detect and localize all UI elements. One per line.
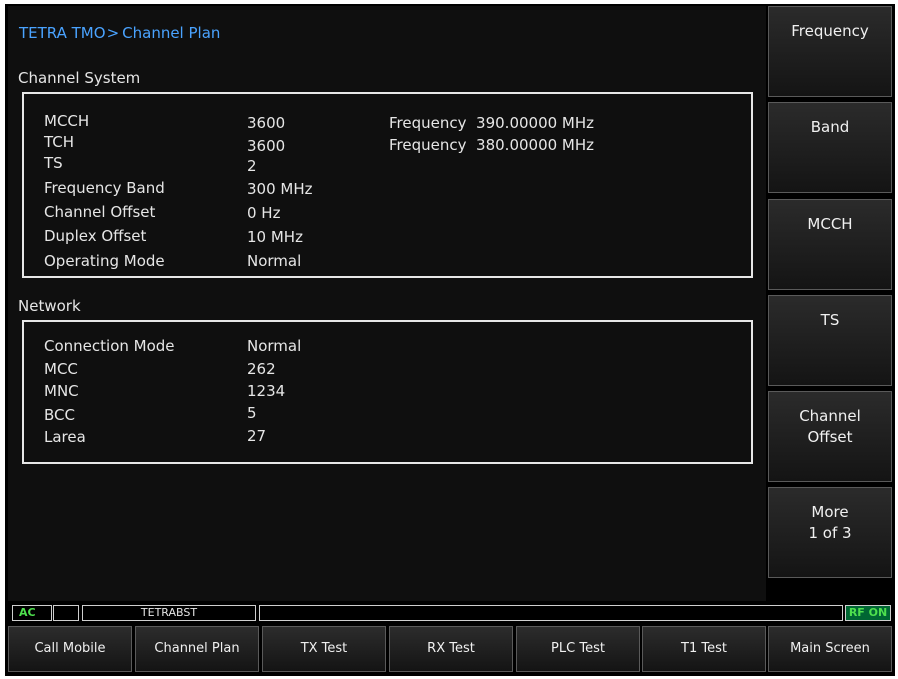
- channel-offset-value: 0 Hz: [247, 204, 281, 222]
- breadcrumb-current: Channel Plan: [122, 24, 221, 42]
- softkey-frequency[interactable]: Frequency: [768, 6, 892, 97]
- channel-system-title: Channel System: [18, 69, 141, 87]
- bcc-label: BCC: [44, 406, 75, 424]
- ac-indicator: AC: [12, 605, 52, 621]
- ts-value: 2: [247, 157, 257, 175]
- duplex-offset-label: Duplex Offset: [44, 227, 147, 245]
- rf-on-badge: RF ON: [845, 605, 891, 621]
- duplex-offset-value: 10 MHz: [247, 228, 303, 246]
- mcch-frequency: Frequency 390.00000 MHz: [389, 114, 595, 132]
- tch-value: 3600: [247, 137, 286, 155]
- main-panel: TETRA TMO> Channel Plan Channel System MC…: [8, 6, 766, 601]
- softkey-mcch[interactable]: MCCH: [768, 199, 892, 290]
- softkey-channel-offset[interactable]: Channel Offset: [768, 391, 892, 482]
- mcch-label: MCCH: [44, 112, 90, 130]
- tch-frequency: Frequency 380.00000 MHz: [389, 136, 595, 154]
- connection-mode-value: Normal: [247, 337, 302, 355]
- frequency-band-label: Frequency Band: [44, 179, 165, 197]
- softkey-column: Frequency Band MCCH TS Channel Offset Mo…: [768, 6, 892, 578]
- mnc-value: 1234: [247, 382, 286, 400]
- larea-label: Larea: [44, 428, 86, 446]
- channel-system-panel: MCCH 3600 Frequency 390.00000 MHz TCH 36…: [22, 92, 753, 278]
- channel-offset-label: Channel Offset: [44, 203, 156, 221]
- mcc-label: MCC: [44, 360, 78, 378]
- network-title: Network: [18, 297, 81, 315]
- operating-mode-value: Normal: [247, 252, 302, 270]
- operating-mode-label: Operating Mode: [44, 252, 165, 270]
- breadcrumb: TETRA TMO> Channel Plan: [19, 24, 220, 42]
- tab-channel-plan[interactable]: Channel Plan: [135, 626, 259, 672]
- tab-main-screen[interactable]: Main Screen: [768, 626, 892, 672]
- softkey-band[interactable]: Band: [768, 102, 892, 193]
- larea-value: 27: [247, 427, 267, 445]
- connection-mode-label: Connection Mode: [44, 337, 175, 355]
- mcc-value: 262: [247, 360, 276, 378]
- system-name-field: TETRABST: [82, 605, 256, 621]
- frequency-band-value: 300 MHz: [247, 180, 313, 198]
- softkey-more[interactable]: More 1 of 3: [768, 487, 892, 578]
- network-panel: Connection Mode Normal MCC 262 MNC 1234 …: [22, 320, 753, 464]
- tab-tx-test[interactable]: TX Test: [262, 626, 386, 672]
- mcch-value: 3600: [247, 114, 286, 132]
- ts-label: TS: [44, 154, 63, 172]
- mnc-label: MNC: [44, 382, 79, 400]
- bcc-value: 5: [247, 404, 257, 422]
- bottom-tab-bar: Call Mobile Channel Plan TX Test RX Test…: [8, 626, 892, 672]
- tab-t1-test[interactable]: T1 Test: [642, 626, 766, 672]
- instrument-screen: TETRA TMO> Channel Plan Channel System MC…: [5, 4, 895, 676]
- status-indicator-box: [53, 605, 79, 621]
- tab-call-mobile[interactable]: Call Mobile: [8, 626, 132, 672]
- status-bar: AC TETRABST RF ON: [8, 604, 892, 622]
- breadcrumb-root[interactable]: TETRA TMO: [19, 24, 106, 42]
- tab-rx-test[interactable]: RX Test: [389, 626, 513, 672]
- status-message-field: [259, 605, 843, 621]
- tch-label: TCH: [44, 133, 75, 151]
- breadcrumb-separator: >: [106, 24, 120, 42]
- softkey-ts[interactable]: TS: [768, 295, 892, 386]
- tab-plc-test[interactable]: PLC Test: [516, 626, 640, 672]
